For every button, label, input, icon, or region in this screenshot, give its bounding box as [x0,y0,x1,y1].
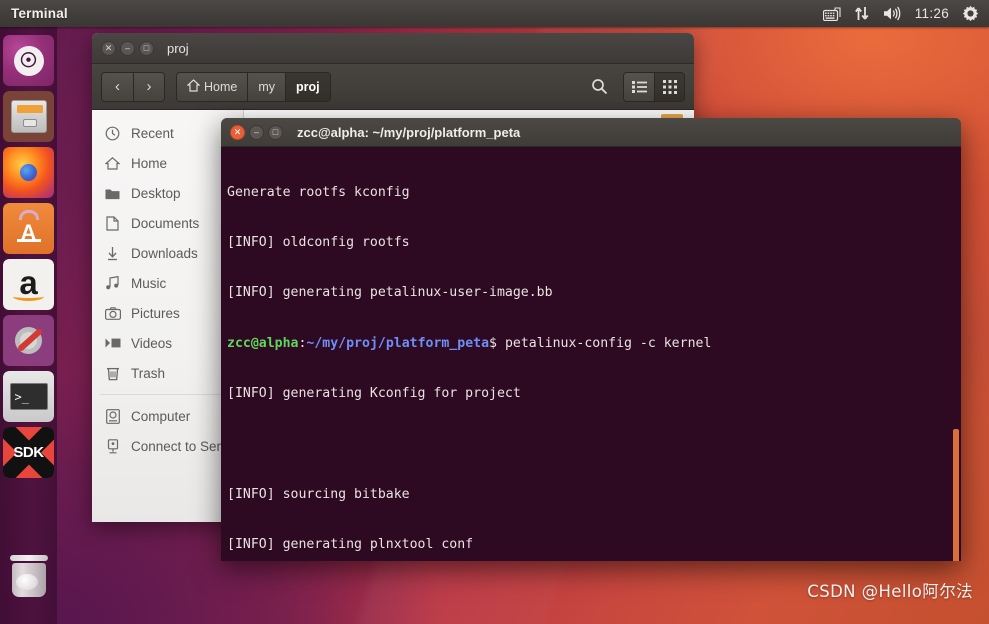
list-view-icon[interactable] [624,73,654,101]
folder-icon [104,185,121,202]
volume-icon[interactable] [883,6,902,21]
terminal-output[interactable]: Generate rootfs kconfig [INFO] oldconfig… [221,147,961,561]
keyboard-indicator-icon[interactable] [823,7,841,21]
prompt-symbol: $ [489,336,497,351]
terminal-icon: >_ [3,371,54,422]
firefox-icon [3,147,54,198]
minimize-icon[interactable]: – [120,41,135,56]
software-center-icon: A [3,203,54,254]
trash-icon [104,365,121,382]
file-manager-toolbar: ‹ › Home my proj [92,64,694,110]
amazon-icon: a [3,259,54,310]
network-icon[interactable] [854,6,870,21]
launcher-item-firefox[interactable] [3,147,54,198]
prompt-command: petalinux-config -c kernel [505,336,711,351]
maximize-icon[interactable]: □ [268,125,283,140]
trash-icon [7,551,51,597]
prompt-user-host: zcc@alpha [227,336,298,351]
terminal-line: Generate rootfs kconfig [227,185,954,202]
sidebar-item-computer-label: Computer [131,409,190,424]
launcher-item-software-center[interactable]: A [3,203,54,254]
close-icon[interactable]: ✕ [101,41,116,56]
breadcrumb-home[interactable]: Home [177,73,247,101]
ubuntu-dash-icon: ☉ [3,35,54,86]
file-manager-toolbar-right [584,72,685,102]
launcher-item-system-settings[interactable] [3,315,54,366]
terminal-prompt-line: zcc@alpha:~/my/proj/platform_peta$ petal… [227,336,954,353]
terminal-line: [INFO] oldconfig rootfs [227,235,954,252]
sidebar-item-documents-label: Documents [131,216,199,231]
terminal-line-blank [227,437,954,454]
xilinx-sdk-icon: SDK [3,427,54,478]
terminal-line: [INFO] sourcing bitbake [227,487,954,504]
prompt-path: ~/my/proj/platform_peta [306,336,489,351]
launcher-item-ubuntu[interactable]: ☉ [3,35,54,86]
desktop: Terminal 11:26 ☉ [0,0,989,624]
terminal-title: zcc@alpha: ~/my/proj/platform_peta [297,125,520,140]
prompt-space [497,336,505,351]
breadcrumb-proj[interactable]: proj [285,73,330,101]
server-icon [104,438,121,455]
sidebar-item-pictures-label: Pictures [131,306,180,321]
breadcrumb: Home my proj [176,72,331,102]
terminal-icon-prompt: >_ [10,383,48,410]
sidebar-item-trash-label: Trash [131,366,165,381]
terminal-titlebar[interactable]: ✕ – □ zcc@alpha: ~/my/proj/platform_peta [221,118,961,147]
clock[interactable]: 11:26 [915,6,949,21]
sidebar-item-recent-label: Recent [131,126,174,141]
launcher-item-amazon[interactable]: a [3,259,54,310]
breadcrumb-home-label: Home [204,80,237,94]
grid-view-icon[interactable] [654,73,684,101]
terminal-window[interactable]: ✕ – □ zcc@alpha: ~/my/proj/platform_peta… [221,118,961,561]
sidebar-item-home-label: Home [131,156,167,171]
breadcrumb-my[interactable]: my [247,73,285,101]
files-icon [3,91,54,142]
system-tray: 11:26 [823,5,989,22]
sidebar-separator [100,394,235,395]
minimize-icon[interactable]: – [249,125,264,140]
document-icon [104,215,121,232]
panel-app-title[interactable]: Terminal [11,6,68,21]
maximize-icon[interactable]: □ [139,41,154,56]
camera-icon [104,305,121,322]
computer-icon [104,408,121,425]
terminal-line: [INFO] generating petalinux-user-image.b… [227,285,954,302]
sdk-label: SDK [13,444,43,461]
launcher-item-sdk[interactable]: SDK [3,427,54,478]
top-panel: Terminal 11:26 [0,0,989,27]
forward-button[interactable]: › [133,73,164,101]
music-icon [104,275,121,292]
terminal-line: [INFO] generating Kconfig for project [227,386,954,403]
system-menu-gear-icon[interactable] [962,5,979,22]
video-icon [104,335,121,352]
navigation-buttons: ‹ › [101,72,165,102]
launcher-item-trash[interactable] [3,548,54,599]
sidebar-item-desktop-label: Desktop [131,186,181,201]
unity-launcher: ☉ A a [0,27,57,624]
sidebar-item-videos-label: Videos [131,336,172,351]
download-icon [104,245,121,262]
system-settings-icon [3,315,54,366]
home-icon [104,155,121,172]
file-manager-title: proj [167,41,189,56]
terminal-line: [INFO] generating plnxtool conf [227,537,954,554]
sidebar-item-downloads-label: Downloads [131,246,198,261]
search-icon[interactable] [584,73,614,101]
view-toggle-group [623,72,685,102]
home-icon [187,79,200,95]
file-manager-titlebar[interactable]: ✕ – □ proj [92,33,694,64]
watermark: CSDN @Hello阿尔法 [807,578,973,602]
back-button[interactable]: ‹ [102,73,133,101]
clock-icon [104,125,121,142]
terminal-scrollbar[interactable] [953,429,959,561]
close-icon[interactable]: ✕ [230,125,245,140]
launcher-item-terminal[interactable]: >_ [3,371,54,422]
launcher-item-files[interactable] [3,91,54,142]
sidebar-item-music-label: Music [131,276,166,291]
